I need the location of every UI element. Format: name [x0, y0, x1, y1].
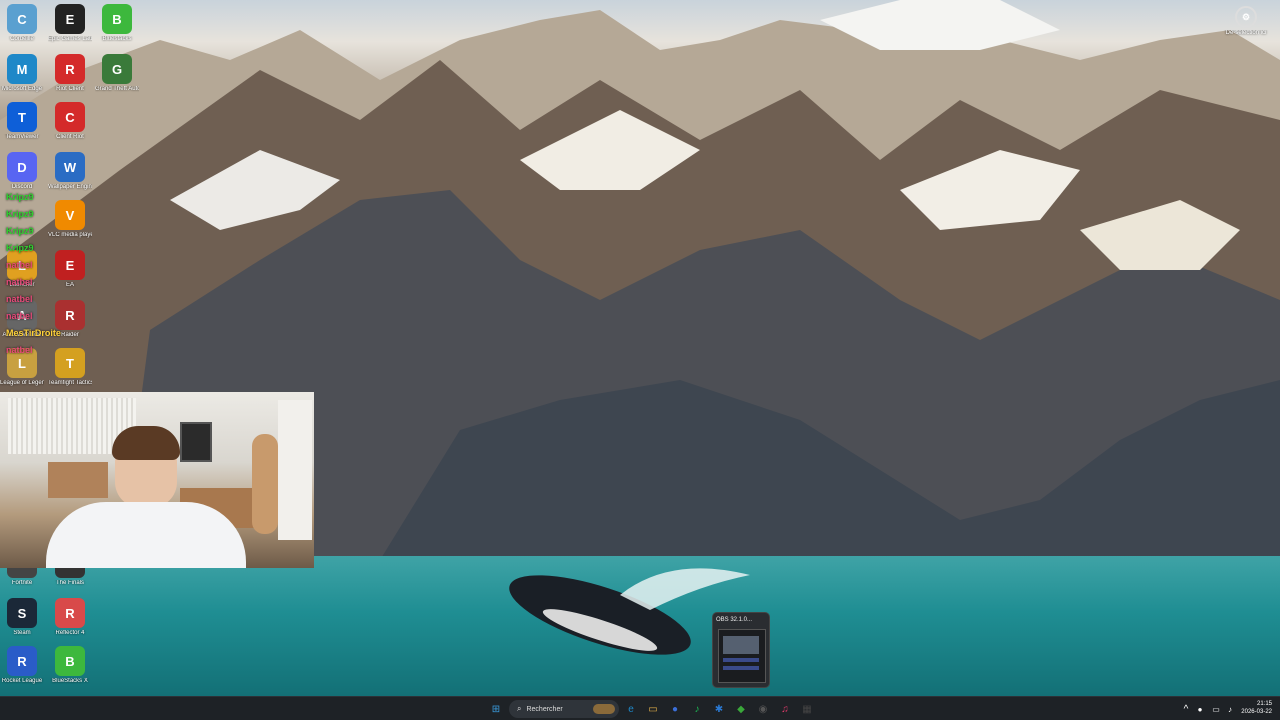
desktop-icon-epic-games[interactable]: E Epic Games Launcher — [48, 4, 92, 43]
desktop: C Corbeille E Epic Games Launcher B Bluestack… — [0, 0, 1280, 696]
desktop-icon-label: Riot Client — [56, 86, 84, 92]
desktop-icon-recycle-bin[interactable]: C Corbeille — [0, 4, 44, 43]
search-highlight-icon — [593, 704, 615, 714]
rocket-league-icon: R — [7, 646, 37, 676]
desktop-icon-label: BlueStacks X — [52, 678, 88, 684]
tray-mic-icon[interactable]: ● — [1192, 701, 1208, 717]
steam-icon: S — [7, 598, 37, 628]
webcam-overlay — [0, 392, 314, 568]
bluestacks-x-icon: B — [55, 646, 85, 676]
desktop-icon-label: Epic Games Launcher — [48, 36, 92, 42]
desktop-icon-label: Grand Theft Auto V — [95, 86, 139, 92]
gta-icon: G — [102, 54, 132, 84]
chrome-taskbar[interactable]: ● — [667, 701, 683, 717]
overlay-tag: Kripz9 — [6, 226, 34, 236]
desktop-icon-label: Rocket League — [1, 678, 43, 684]
desktop-icon-label: League of Legends — [0, 380, 44, 386]
desktop-icon-riot[interactable]: R Riot Client — [48, 54, 92, 93]
desktop-icon-label: VLC media player — [48, 232, 92, 238]
desktop-icon-gta[interactable]: G Grand Theft Auto V — [95, 54, 139, 93]
clock-date: 2026-03-22 — [1241, 709, 1272, 715]
overlay-tag: natbel — [6, 260, 33, 270]
taskbar: ⌕ Rechercher ⊞ e ▭ ● ♪ ✱ ◆ ◉ ♫ ▦ ^ ● ▭ ♪ 21:15 20… — [0, 696, 1280, 720]
desktop-icon-label: EA — [65, 282, 74, 288]
teamviewer-icon: T — [7, 102, 37, 132]
webcam-cabinet — [48, 462, 108, 498]
riot-icon: R — [55, 54, 85, 84]
desktop-icon-label: Microsoft Edge — [1, 86, 43, 92]
desktop-icon-vlc[interactable]: V VLC media player — [48, 200, 92, 239]
taskbar-search[interactable]: ⌕ Rechercher — [509, 700, 619, 718]
desktop-icon-reflector[interactable]: R Reflector 4 — [48, 598, 92, 637]
raider-icon: R — [55, 300, 85, 330]
obs-preview-image — [718, 629, 766, 683]
overlay-tag: Kripz9 — [6, 243, 34, 253]
desktop-icon-tft[interactable]: T Teamfight Tactics — [48, 348, 92, 387]
overlay-tag: natbel — [6, 277, 33, 287]
webcam-door — [278, 400, 312, 540]
desktop-icon-label: Corbeille — [10, 36, 34, 42]
epic-games-icon: E — [55, 4, 85, 34]
obs-taskbar[interactable]: ◉ — [755, 701, 771, 717]
media-taskbar[interactable]: ♫ — [777, 701, 793, 717]
wallpaper-engine-icon: W — [55, 152, 85, 182]
edge-icon: M — [7, 54, 37, 84]
desktop-icon-label: Fortnite — [11, 580, 33, 586]
desktop-icon-label: Teamfight Tactics — [48, 380, 92, 386]
top-right-shortcut[interactable]: ⚙ Dé-sélection ici — [1222, 6, 1270, 37]
overlay-tag: Kripz9 — [6, 192, 34, 202]
settings-gear-icon: ⚙ — [1235, 6, 1257, 28]
overlay-tag: natbel — [6, 294, 33, 304]
desktop-icon-label: Bluestacks — [102, 36, 132, 42]
desktop-icon-label: Steam — [13, 630, 31, 636]
desktop-icon-ea[interactable]: E EA — [48, 250, 92, 289]
desktop-icon-label: Client Riot — [56, 134, 84, 140]
overlay-tag: natbel — [6, 345, 33, 355]
search-placeholder: Rechercher — [526, 705, 563, 713]
webcam-person-shirt — [46, 502, 246, 568]
bluestacks-icon: B — [102, 4, 132, 34]
overlay-tag: Kripz9 — [6, 209, 34, 219]
misc-taskbar[interactable]: ▦ — [799, 701, 815, 717]
overlay-tag: MesTirDroite — [6, 328, 61, 338]
reflector-icon: R — [55, 598, 85, 628]
file-explorer-taskbar[interactable]: ▭ — [645, 701, 661, 717]
riot-client-icon: C — [55, 102, 85, 132]
top-right-shortcut-label: Dé-sélection ici — [1225, 30, 1267, 36]
desktop-icon-discord[interactable]: D Discord — [0, 152, 44, 191]
obs-preview-title: OBS 32.1.0... — [716, 617, 753, 623]
desktop-icon-label: TeamViewer — [5, 134, 39, 140]
edge-taskbar[interactable]: e — [623, 701, 639, 717]
desktop-icon-bluestacks-x[interactable]: B BlueStacks X — [48, 646, 92, 685]
discord-icon: D — [7, 152, 37, 182]
tft-icon: T — [55, 348, 85, 378]
desktop-icon-riot-client[interactable]: C Client Riot — [48, 102, 92, 141]
desktop-icon-bluestacks[interactable]: B Bluestacks — [95, 4, 139, 43]
desktop-icon-rocket-league[interactable]: R Rocket League — [0, 646, 44, 685]
vlc-icon: V — [55, 200, 85, 230]
desktop-icon-label: The Finals — [55, 580, 84, 586]
ps-taskbar[interactable]: ✱ — [711, 701, 727, 717]
ea-icon: E — [55, 250, 85, 280]
spotify-taskbar[interactable]: ♪ — [689, 701, 705, 717]
webcam-dummy — [252, 434, 278, 534]
obs-window-preview[interactable]: OBS 32.1.0... — [712, 612, 770, 688]
clock-time: 21:15 — [1256, 701, 1272, 707]
desktop-icon-edge[interactable]: M Microsoft Edge — [0, 54, 44, 93]
overlay-tag: natbel — [6, 311, 33, 321]
tray-volume-icon[interactable]: ♪ — [1222, 701, 1238, 717]
webcam-person-hair — [112, 426, 180, 460]
search-icon: ⌕ — [517, 704, 522, 713]
desktop-icon-teamviewer[interactable]: T TeamViewer — [0, 102, 44, 141]
desktop-icon-label: Reflector 4 — [55, 630, 85, 636]
desktop-icon-label: Wallpaper Engine — [48, 184, 92, 190]
start-button[interactable]: ⊞ — [488, 701, 504, 717]
taskbar-clock[interactable]: 21:15 2026-03-22 — [1241, 700, 1272, 716]
recycle-bin-icon: C — [7, 4, 37, 34]
webcam-frame — [180, 422, 212, 462]
desktop-icon-wallpaper-engine[interactable]: W Wallpaper Engine — [48, 152, 92, 191]
desktop-icon-label: Discord — [11, 184, 33, 190]
apps-taskbar[interactable]: ◆ — [733, 701, 749, 717]
desktop-icon-steam[interactable]: S Steam — [0, 598, 44, 637]
